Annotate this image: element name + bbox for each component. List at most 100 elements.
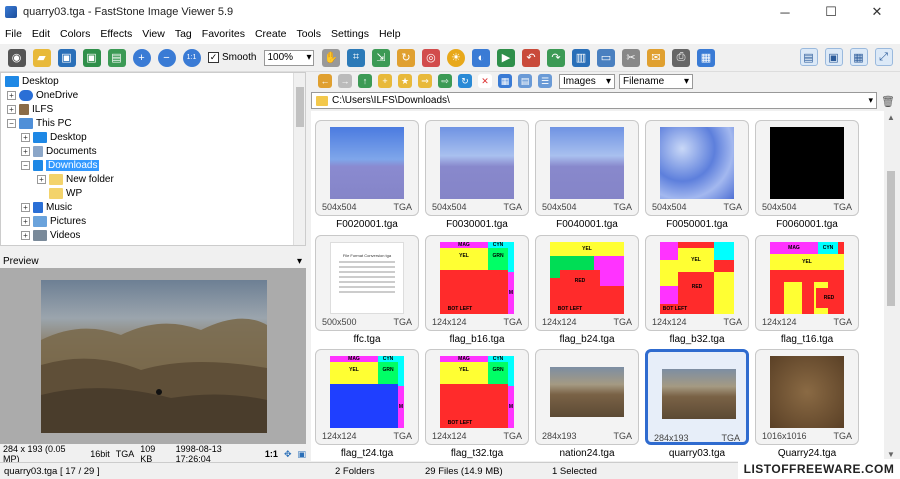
thumbnail-item[interactable]: 284x193 TGA quarry03.tga: [645, 349, 749, 461]
thumbnail-item[interactable]: 504x504 TGA F0060001.tga: [755, 120, 859, 234]
wallpaper-icon[interactable]: ▦: [696, 48, 715, 67]
actual-size-icon[interactable]: 1:1: [182, 48, 201, 67]
thumbnail-item[interactable]: File Format Conversion tga 500x500 TGA ffc.…: [315, 235, 419, 349]
recycle-bin-icon[interactable]: 🗑: [880, 93, 896, 109]
thumbnail-card[interactable]: 504x504 TGA: [645, 120, 749, 216]
thumbnail-card[interactable]: File Format Conversion tga 500x500 TGA: [315, 235, 419, 331]
browser-scrollbar[interactable]: ▲ ▼: [884, 111, 898, 461]
thumbnail-item[interactable]: 504x504 TGA F0050001.tga: [645, 120, 749, 234]
thumbnail-card[interactable]: 504x504 TGA: [755, 120, 859, 216]
tree-item-music[interactable]: + Music: [21, 200, 72, 214]
thumbnail-card[interactable]: YELMAGGRNCYNCM 124x124 TGA: [315, 349, 419, 445]
up-folder-icon[interactable]: ↑: [358, 74, 372, 88]
slideshow-icon[interactable]: ▶: [496, 48, 515, 67]
scan-icon[interactable]: ✂: [621, 48, 640, 67]
smooth-check-mark[interactable]: ✓: [208, 52, 219, 63]
thumbnail-card[interactable]: YELMAGGRNCYNCMBOT LEFT124x124TGA: [425, 349, 529, 445]
zoom-select[interactable]: 100% ▾: [264, 49, 315, 66]
expand-icon[interactable]: +: [7, 90, 16, 100]
zoom-out-icon[interactable]: −: [157, 48, 176, 67]
menu-help[interactable]: Help: [374, 28, 406, 40]
thumbnail-item[interactable]: 504x504 TGA F0020001.tga: [315, 120, 419, 234]
expand-icon[interactable]: +: [21, 146, 30, 156]
thumbnail-card[interactable]: YELMAGGRNCYNCMBOT LEFT124x124TGA: [425, 235, 529, 331]
menu-create[interactable]: Create: [250, 28, 292, 40]
fullscreen-icon[interactable]: ⤢: [874, 48, 893, 66]
open-folder-icon[interactable]: ▰: [32, 48, 51, 67]
crop-icon[interactable]: ⌗: [346, 48, 365, 67]
list-view-icon[interactable]: ☰: [538, 74, 552, 88]
thumbnail-card[interactable]: MAG CYN YEL RED 124x124 TGA: [755, 235, 859, 331]
thumbnail-card[interactable]: 1016x1016 TGA: [755, 349, 859, 445]
camera-icon[interactable]: ◉: [7, 48, 26, 67]
menu-tools[interactable]: Tools: [291, 28, 326, 40]
thumbnail-item[interactable]: YELMAGGRNCYNCMBOT LEFT124x124TGAflag_b16…: [425, 235, 529, 349]
copy-to-icon[interactable]: ⇒: [418, 74, 432, 88]
undo-icon[interactable]: ↶: [521, 48, 540, 67]
scroll-down-icon[interactable]: ▼: [887, 450, 895, 459]
chevron-down-icon[interactable]: ▾: [868, 95, 873, 106]
expand-icon[interactable]: +: [21, 230, 30, 240]
forward-icon[interactable]: →: [338, 74, 352, 88]
thumbnail-card[interactable]: 504x504 TGA: [315, 120, 419, 216]
collapse-icon[interactable]: −: [21, 160, 30, 170]
tree-scrollbar[interactable]: [293, 73, 305, 245]
menu-colors[interactable]: Colors: [55, 28, 95, 40]
redo-icon[interactable]: ↷: [546, 48, 565, 67]
refresh-icon[interactable]: ↻: [458, 74, 472, 88]
print-icon[interactable]: ⎙: [671, 48, 690, 67]
tree-item-new-folder[interactable]: + New folder: [37, 172, 114, 186]
thumbnail-item[interactable]: 1016x1016 TGA Quarry24.tga: [755, 349, 859, 461]
ratio-label[interactable]: 1:1: [265, 449, 278, 459]
scroll-up-icon[interactable]: ▲: [887, 113, 895, 122]
thumbnail-item[interactable]: 504x504 TGA F0040001.tga: [535, 120, 639, 234]
thumbnail-card[interactable]: 284x193 TGA: [645, 349, 749, 445]
screen-icon[interactable]: ▭: [596, 48, 615, 67]
path-input[interactable]: C:\Users\ILFS\Downloads\ ▾: [311, 92, 877, 109]
fit-icon[interactable]: ✥: [284, 449, 292, 460]
menu-edit[interactable]: Edit: [27, 28, 55, 40]
expand-icon[interactable]: +: [21, 216, 30, 226]
select-all-icon[interactable]: ▦: [498, 74, 512, 88]
thumbnail-view-icon[interactable]: ▤: [518, 74, 532, 88]
tree-item-documents[interactable]: + Documents: [21, 144, 97, 158]
compare-icon[interactable]: ▥: [571, 48, 590, 67]
layout-grid-icon[interactable]: ▦: [849, 48, 868, 66]
expand-icon[interactable]: +: [21, 202, 30, 212]
maximize-button[interactable]: ☐: [808, 0, 854, 24]
color-icon[interactable]: ◐: [471, 48, 490, 67]
menu-effects[interactable]: Effects: [95, 28, 137, 40]
expand-icon[interactable]: +: [7, 104, 16, 114]
thumbnail-item[interactable]: YEL RED BOT LEFT 124x124 TGA flag_b24.tga: [535, 235, 639, 349]
tree-item-ilfs[interactable]: + ILFS: [7, 102, 53, 116]
thumbnail-item[interactable]: YELMAGGRNCYNCMBOT LEFT124x124TGAflag_t32…: [425, 349, 529, 461]
collapse-icon[interactable]: −: [7, 118, 16, 128]
filter-select[interactable]: Images ▾: [559, 73, 615, 89]
move-to-icon[interactable]: ⇨: [438, 74, 452, 88]
tree-item-desktop-root[interactable]: Desktop: [5, 74, 59, 88]
delete-icon[interactable]: ✕: [478, 74, 492, 88]
layout-browser-icon[interactable]: ▤: [799, 48, 818, 66]
expand-icon[interactable]: +: [37, 174, 46, 184]
email-icon[interactable]: ✉: [646, 48, 665, 67]
menu-view[interactable]: View: [137, 28, 170, 40]
close-button[interactable]: ✕: [854, 0, 900, 24]
red-eye-icon[interactable]: ◎: [421, 48, 440, 67]
thumbnail-card[interactable]: YEL RED BOT LEFT 124x124 TGA: [645, 235, 749, 331]
chevron-down-icon[interactable]: ▾: [297, 256, 302, 267]
tree-item-videos[interactable]: + Videos: [21, 228, 80, 242]
tree-item-downloads[interactable]: − Downloads: [21, 158, 100, 172]
thumbnail-card[interactable]: 504x504 TGA: [425, 120, 529, 216]
minimize-button[interactable]: ─: [762, 0, 808, 24]
menu-file[interactable]: File: [0, 28, 27, 40]
resize-icon[interactable]: ⇲: [371, 48, 390, 67]
tree-item-onedrive[interactable]: + OneDrive: [7, 88, 78, 102]
tree-item-pictures[interactable]: + Pictures: [21, 214, 86, 228]
tree-scroll-thumb[interactable]: [296, 87, 304, 127]
new-folder-icon[interactable]: +: [378, 74, 392, 88]
hand-icon[interactable]: ✋: [321, 48, 340, 67]
export-icon[interactable]: ▤: [107, 48, 126, 67]
back-icon[interactable]: ←: [318, 74, 332, 88]
zoom-in-icon[interactable]: +: [132, 48, 151, 67]
brightness-icon[interactable]: ☀: [446, 48, 465, 67]
